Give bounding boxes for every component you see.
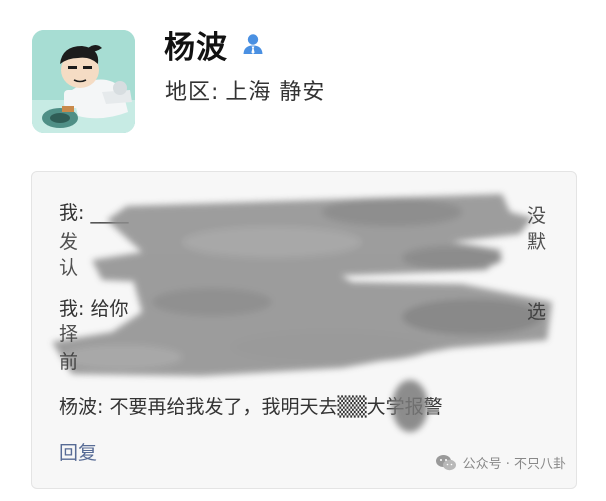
svg-text:择: 择	[59, 323, 78, 345]
watermark-text: 公众号 · 不只八卦	[462, 457, 566, 472]
svg-text:发: 发	[59, 231, 78, 253]
profile-page: 杨波 地区: 上海 静安 我: ____ 我: 给你 杨波: 不要再给我发了，我明…	[0, 0, 606, 501]
svg-text:没: 没	[527, 205, 546, 227]
message-card: 我: ____ 我: 给你 杨波: 不要再给我发了，我明天去▒▒大学报警 没 发…	[31, 171, 577, 489]
profile-name: 杨波	[164, 29, 228, 66]
name-row: 杨波	[164, 20, 266, 68]
region-label: 地区:	[165, 80, 220, 105]
svg-text:前: 前	[59, 351, 78, 373]
message-2: 我: 给你	[59, 298, 129, 320]
region-line: 地区: 上海 静安	[165, 74, 325, 106]
region-value: 上海 静安	[225, 80, 326, 105]
message-1: 我: ____	[59, 202, 129, 224]
watermark: 公众号 · 不只八卦	[435, 453, 566, 472]
svg-text:默: 默	[527, 231, 546, 253]
reply-link[interactable]: 回复	[59, 440, 97, 467]
wechat-icon	[435, 454, 457, 472]
avatar-illustration	[32, 30, 135, 133]
person-icon	[240, 31, 266, 57]
svg-text:选: 选	[527, 301, 546, 323]
svg-text:认: 认	[59, 257, 78, 279]
message-3: 杨波: 不要再给我发了，我明天去▒▒大学报警	[59, 396, 443, 418]
avatar[interactable]	[32, 30, 135, 133]
